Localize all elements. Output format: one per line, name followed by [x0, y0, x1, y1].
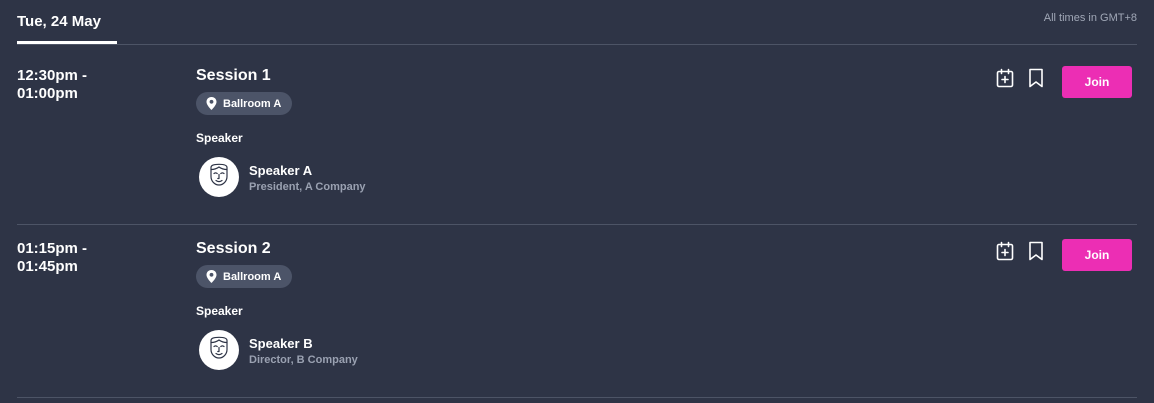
- face-icon: [208, 163, 230, 192]
- session-time-end: 01:00pm: [17, 85, 78, 102]
- location-badge: Ballroom A: [196, 265, 293, 288]
- calendar-plus-icon: [996, 241, 1014, 266]
- speaker-heading: Speaker: [196, 304, 243, 318]
- timezone-note: All times in GMT+8: [1043, 12, 1137, 24]
- add-to-calendar-button[interactable]: [993, 241, 1017, 265]
- date-tab-active[interactable]: Tue, 24 May: [17, 0, 117, 44]
- session-time: 12:30pm - 01:00pm: [17, 67, 167, 103]
- map-pin-icon: [206, 97, 217, 110]
- bookmark-button[interactable]: [1024, 241, 1048, 265]
- speaker-role: Director, B Company: [249, 354, 358, 366]
- face-icon: [208, 336, 230, 365]
- map-pin-icon: [206, 270, 217, 283]
- speaker-name: Speaker B: [249, 336, 313, 351]
- speaker-card[interactable]: Speaker B Director, B Company: [199, 330, 519, 370]
- location-label: Ballroom A: [223, 270, 282, 283]
- speaker-role: President, A Company: [249, 181, 366, 193]
- session-item: 01:15pm - 01:45pm Session 2 Ballroom A S…: [0, 218, 1154, 391]
- session-time: 01:15pm - 01:45pm: [17, 240, 167, 276]
- calendar-plus-icon: [996, 68, 1014, 93]
- avatar: [199, 330, 239, 370]
- session-time-end: 01:45pm: [17, 258, 78, 275]
- avatar: [199, 157, 239, 197]
- join-button[interactable]: Join: [1062, 66, 1132, 98]
- bookmark-icon: [1028, 68, 1044, 93]
- join-button[interactable]: Join: [1062, 239, 1132, 271]
- location-badge: Ballroom A: [196, 92, 293, 115]
- session-title[interactable]: Session 1: [196, 67, 271, 85]
- location-label: Ballroom A: [223, 97, 282, 110]
- speaker-name: Speaker A: [249, 163, 313, 178]
- bookmark-icon: [1028, 241, 1044, 266]
- schedule-header: Tue, 24 May All times in GMT+8: [0, 0, 1154, 45]
- add-to-calendar-button[interactable]: [993, 68, 1017, 92]
- session-item: 12:30pm - 01:00pm Session 1 Ballroom A S…: [0, 45, 1154, 218]
- date-tab-label: Tue, 24 May: [17, 13, 101, 30]
- session-time-start: 12:30pm -: [17, 67, 88, 84]
- session-time-start: 01:15pm -: [17, 240, 88, 257]
- speaker-card[interactable]: Speaker A President, A Company: [199, 157, 519, 197]
- speaker-heading: Speaker: [196, 131, 243, 145]
- bookmark-button[interactable]: [1024, 68, 1048, 92]
- session-title[interactable]: Session 2: [196, 240, 271, 258]
- session-divider: [17, 397, 1137, 398]
